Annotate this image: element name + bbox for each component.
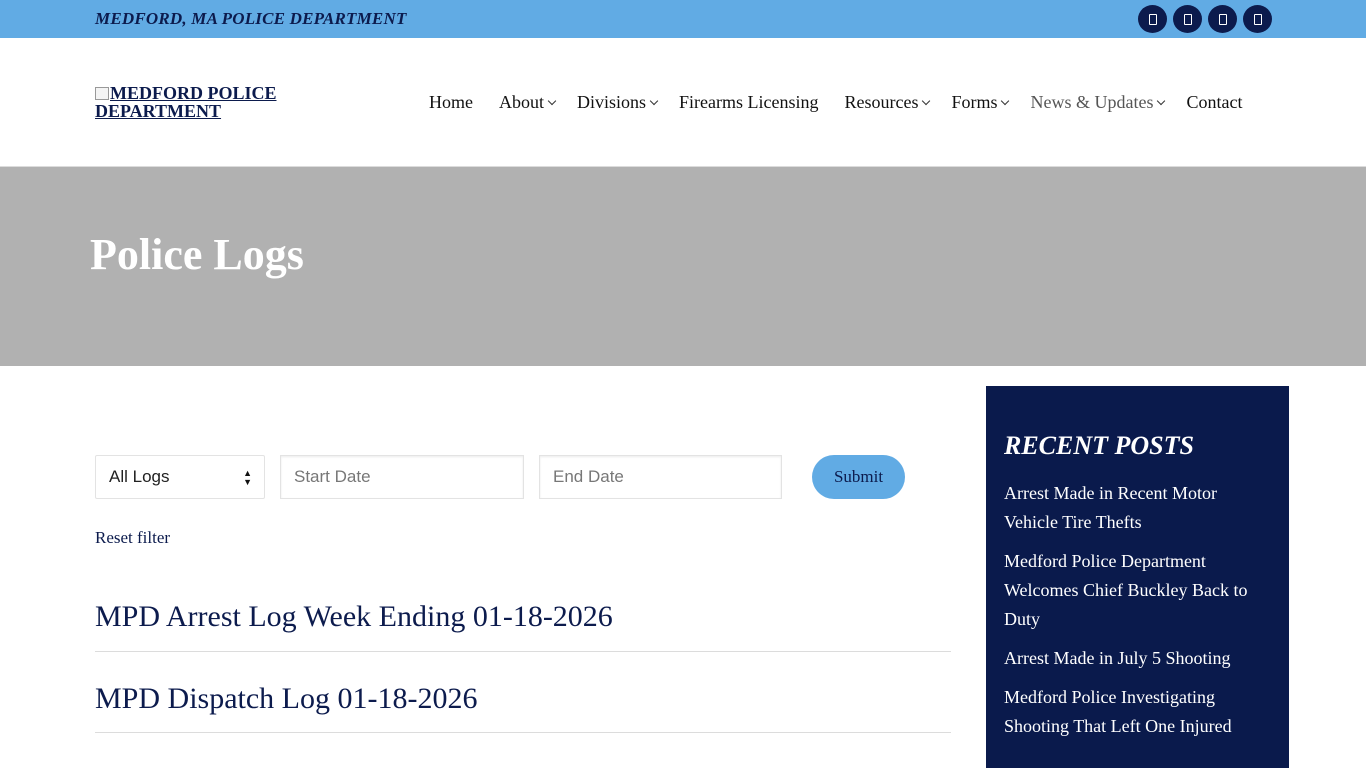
logo[interactable]: MEDFORD POLICE DEPARTMENT — [95, 84, 315, 120]
twitter-icon[interactable] — [1173, 5, 1202, 33]
nav-label: Resources — [844, 92, 919, 112]
recent-post-link[interactable]: Medford Police Investigating Shooting Th… — [1004, 687, 1232, 736]
nav-label: Contact — [1186, 92, 1243, 112]
page-hero: Police Logs — [0, 167, 1366, 366]
list-item: Medford Police Department Welcomes Chief… — [1004, 547, 1271, 634]
nav-forms[interactable]: Forms — [951, 92, 1010, 113]
nav-about[interactable]: About — [499, 92, 557, 113]
recent-posts-list: Arrest Made in Recent Motor Vehicle Tire… — [1004, 479, 1271, 741]
facebook-icon[interactable] — [1138, 5, 1167, 33]
recent-posts-sidebar: RECENT POSTS Arrest Made in Recent Motor… — [986, 386, 1289, 768]
main-nav: Home About Divisions Firearms Licensing … — [429, 92, 1242, 113]
nav-firearms-licensing[interactable]: Firearms Licensing — [679, 92, 818, 113]
chevron-down-icon — [1157, 96, 1166, 105]
nav-divisions[interactable]: Divisions — [577, 92, 659, 113]
chevron-down-icon — [547, 96, 557, 105]
log-title-link[interactable]: MPD Dispatch Log 01-18-2026 — [95, 682, 951, 716]
nav-label: News & Updates — [1030, 92, 1154, 112]
nav-label: Firearms Licensing — [679, 92, 819, 112]
log-item: MPD Arrest Log Week Ending 01-18-2026 — [95, 600, 951, 652]
nav-home[interactable]: Home — [429, 92, 473, 113]
social-links — [1138, 5, 1272, 33]
top-bar: MEDFORD, MA POLICE DEPARTMENT — [0, 0, 1366, 38]
list-item: Medford Police Investigating Shooting Th… — [1004, 683, 1271, 741]
select-arrows-icon: ▲ ▼ — [243, 468, 252, 487]
page-title: Police Logs — [90, 230, 304, 279]
logo-alt-text: MEDFORD POLICE DEPARTMENT — [95, 83, 277, 121]
recent-post-link[interactable]: Arrest Made in Recent Motor Vehicle Tire… — [1004, 483, 1217, 532]
log-title-link[interactable]: MPD Arrest Log Week Ending 01-18-2026 — [95, 600, 951, 634]
list-item: Arrest Made in Recent Motor Vehicle Tire… — [1004, 479, 1271, 537]
log-type-value: All Logs — [109, 467, 170, 486]
nav-contact[interactable]: Contact — [1186, 92, 1242, 113]
nav-label: Home — [429, 92, 473, 112]
end-date-input[interactable] — [539, 455, 782, 499]
recent-post-link[interactable]: Arrest Made in July 5 Shooting — [1004, 648, 1231, 668]
chevron-down-icon — [649, 96, 659, 105]
nav-label: Divisions — [577, 92, 647, 112]
reset-filter-link[interactable]: Reset filter — [95, 528, 170, 548]
site-header: MEDFORD POLICE DEPARTMENT Home About Div… — [0, 38, 1366, 167]
start-date-input[interactable] — [280, 455, 524, 499]
recent-post-link[interactable]: Medford Police Department Welcomes Chief… — [1004, 551, 1247, 629]
log-item: MPD Dispatch Log 01-18-2026 — [95, 682, 951, 733]
broken-image-icon — [95, 87, 109, 100]
nav-label: Forms — [951, 92, 998, 112]
chevron-down-icon — [1001, 96, 1010, 105]
youtube-icon[interactable] — [1243, 5, 1272, 33]
nav-resources[interactable]: Resources — [844, 92, 931, 113]
log-type-select[interactable]: All Logs ▲ ▼ — [95, 455, 265, 499]
submit-button[interactable]: Submit — [812, 455, 905, 499]
instagram-icon[interactable] — [1208, 5, 1237, 33]
chevron-down-icon — [922, 96, 931, 105]
list-item: Arrest Made in July 5 Shooting — [1004, 644, 1271, 673]
department-name: MEDFORD, MA POLICE DEPARTMENT — [95, 9, 407, 28]
nav-news-updates[interactable]: News & Updates — [1030, 92, 1166, 113]
nav-label: About — [499, 92, 544, 112]
sidebar-heading: RECENT POSTS — [1004, 431, 1194, 460]
